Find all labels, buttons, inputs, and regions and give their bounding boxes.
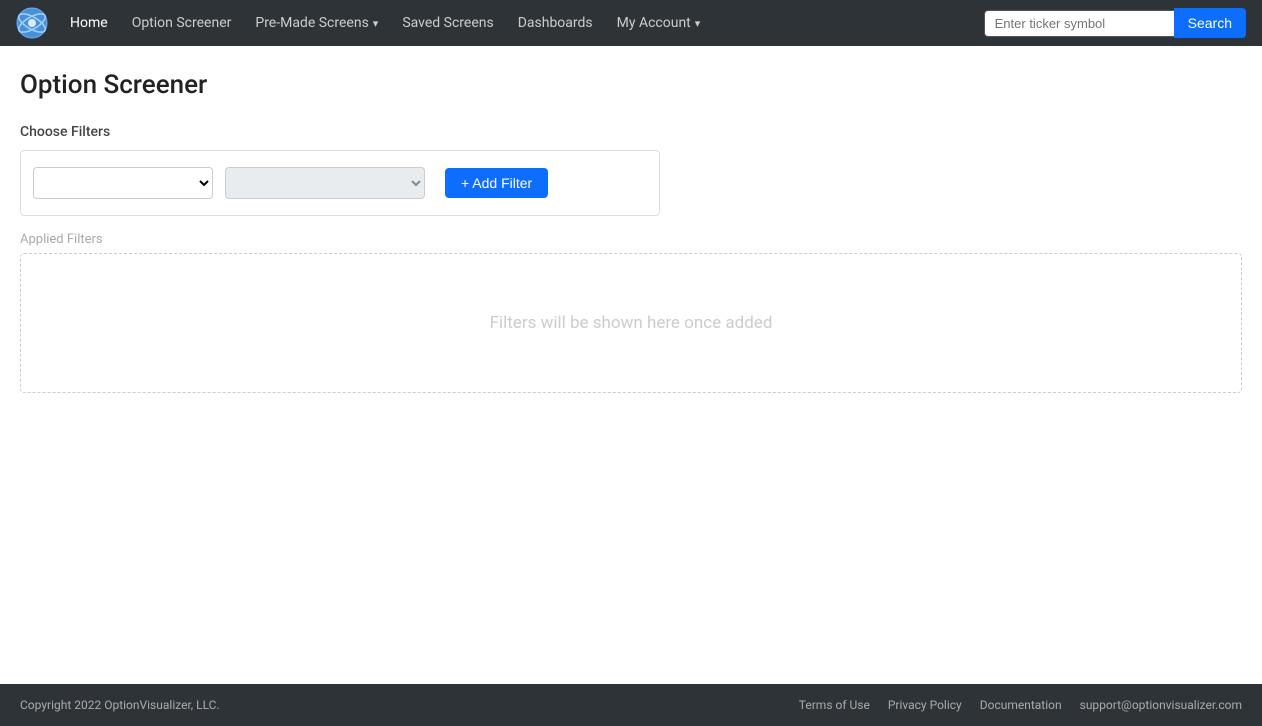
nav-link-saved-screens[interactable]: Saved Screens bbox=[392, 9, 503, 37]
page-title: Option Screener bbox=[20, 70, 1242, 100]
filter-category-select[interactable] bbox=[33, 167, 213, 199]
ticker-search-button[interactable]: Search bbox=[1174, 8, 1246, 38]
choose-filters-label: Choose Filters bbox=[20, 124, 1242, 140]
footer-link-privacy[interactable]: Privacy Policy bbox=[888, 698, 962, 712]
footer-link-documentation[interactable]: Documentation bbox=[980, 698, 1062, 712]
add-filter-button[interactable]: + Add Filter bbox=[445, 168, 548, 198]
nav-links: Home Option Screener Pre-Made Screens Sa… bbox=[60, 9, 984, 37]
footer-link-support[interactable]: support@optionvisualizer.com bbox=[1080, 698, 1242, 712]
filters-placeholder: Filters will be shown here once added bbox=[490, 313, 773, 333]
ticker-search-input[interactable] bbox=[984, 10, 1174, 37]
footer-link-terms[interactable]: Terms of Use bbox=[799, 698, 870, 712]
nav-link-home[interactable]: Home bbox=[60, 9, 118, 37]
main-content: Option Screener Choose Filters + Add Fil… bbox=[0, 46, 1262, 684]
ticker-search: Search bbox=[984, 8, 1246, 38]
nav-link-my-account[interactable]: My Account bbox=[607, 9, 711, 37]
applied-filters-label: Applied Filters bbox=[20, 232, 1242, 247]
navbar: Home Option Screener Pre-Made Screens Sa… bbox=[0, 0, 1262, 46]
applied-filters-area: Filters will be shown here once added bbox=[20, 253, 1242, 393]
filter-row: + Add Filter bbox=[20, 150, 660, 216]
nav-link-pre-made-screens[interactable]: Pre-Made Screens bbox=[245, 9, 388, 37]
nav-link-option-screener[interactable]: Option Screener bbox=[122, 9, 242, 37]
nav-link-dashboards[interactable]: Dashboards bbox=[508, 9, 603, 37]
app-logo[interactable] bbox=[16, 7, 48, 39]
footer: Copyright 2022 OptionVisualizer, LLC. Te… bbox=[0, 684, 1262, 726]
footer-copyright: Copyright 2022 OptionVisualizer, LLC. bbox=[20, 698, 220, 712]
filter-value-select[interactable] bbox=[225, 167, 425, 199]
